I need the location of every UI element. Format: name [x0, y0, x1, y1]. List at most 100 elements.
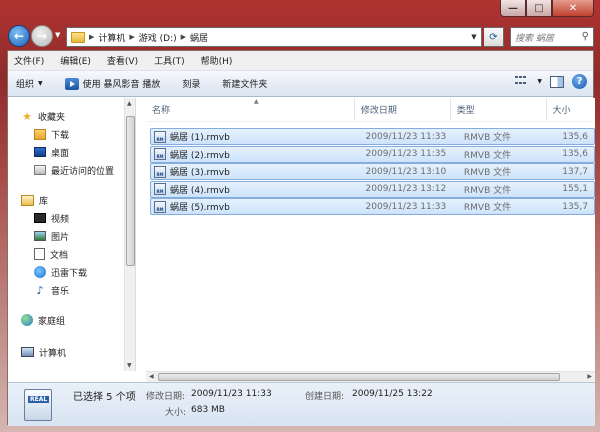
- nav-label: 音乐: [51, 286, 70, 297]
- nav-label: 库: [39, 196, 49, 207]
- file-type: RMVB 文件: [463, 168, 512, 178]
- videos-icon: [34, 213, 46, 223]
- star-icon: ★: [22, 109, 32, 123]
- minimize-button[interactable]: —: [500, 0, 526, 17]
- nav-label: 文档: [50, 250, 69, 261]
- file-date: 2009/11/23 13:12: [365, 184, 447, 194]
- file-row[interactable]: RM 蜗居 (4).rmvb 2009/11/23 13:12 RMVB 文件 1…: [150, 180, 595, 198]
- file-type: RMVB 文件: [463, 203, 512, 213]
- nav-label: 最近访问的位置: [51, 166, 115, 177]
- change-view-icon[interactable]: [515, 75, 529, 88]
- rmvb-file-icon: RM: [154, 183, 166, 195]
- rmvb-large-icon: REAL: [24, 389, 52, 421]
- homegroup-icon: [21, 314, 33, 326]
- scroll-up-icon[interactable]: ▲: [127, 100, 132, 107]
- rmvb-file-icon: RM: [154, 165, 166, 178]
- menu-edit[interactable]: 编辑(E): [60, 54, 91, 67]
- new-folder-button[interactable]: 新建文件夹: [222, 77, 267, 90]
- downloads-folder-icon: [34, 128, 46, 140]
- file-row[interactable]: RM 蜗居 (1).rmvb 2009/11/23 11:33 RMVB 文件 1…: [150, 128, 595, 145]
- rmvb-file-icon: RM: [154, 148, 166, 160]
- file-size: 135,6: [562, 131, 588, 142]
- menu-view[interactable]: 查看(V): [107, 54, 138, 67]
- hscroll-thumb[interactable]: [158, 373, 560, 381]
- nav-downloads[interactable]: 下载: [8, 125, 135, 143]
- nav-label: 家庭组: [38, 316, 66, 327]
- file-rows: RM 蜗居 (1).rmvb 2009/11/23 11:33 RMVB 文件 1…: [150, 128, 595, 216]
- breadcrumb-drive-d[interactable]: 游戏 (D:): [139, 31, 177, 44]
- file-size: 135,6: [562, 149, 588, 159]
- nav-pictures[interactable]: 图片: [8, 227, 135, 245]
- nav-desktop[interactable]: 桌面: [8, 143, 135, 161]
- rmvb-file-icon: RM: [154, 130, 166, 143]
- preview-pane-icon[interactable]: [550, 75, 564, 88]
- breadcrumb-folder[interactable]: 蜗居: [190, 31, 208, 44]
- nav-favorites[interactable]: ★ 收藏夹: [8, 107, 135, 125]
- modified-value: 2009/11/23 11:33: [191, 389, 272, 399]
- file-type: RMVB 文件: [463, 133, 512, 143]
- search-icon[interactable]: ⚲: [582, 31, 589, 42]
- file-row[interactable]: RM 蜗居 (3).rmvb 2009/11/23 13:10 RMVB 文件 1…: [150, 163, 595, 180]
- menu-help[interactable]: 帮助(H): [201, 54, 233, 67]
- scroll-right-icon[interactable]: ▶: [587, 373, 592, 380]
- selection-count: 已选择 5 个项: [73, 392, 136, 403]
- column-date-label: 修改日期: [360, 106, 397, 116]
- help-icon[interactable]: ?: [572, 74, 587, 89]
- menu-tools[interactable]: 工具(T): [154, 54, 185, 67]
- explorer-pane: 文件(F) 编辑(E) 查看(V) 工具(T) 帮助(H) 组织 ▼ 使用 暴风…: [7, 50, 595, 426]
- view-dropdown-icon[interactable]: ▼: [537, 78, 542, 85]
- column-name[interactable]: 名称 ▲: [146, 98, 355, 122]
- burn-button[interactable]: 刻录: [182, 77, 200, 90]
- file-row[interactable]: RM 蜗居 (2).rmvb 2009/11/23 11:35 RMVB 文件 1…: [150, 145, 595, 163]
- file-type: RMVB 文件: [463, 150, 512, 161]
- address-bar[interactable]: ▶ 计算机 ▶ 游戏 (D:) ▶ 蜗居 ▼: [66, 27, 482, 47]
- file-name: 蜗居 (2).rmvb: [170, 150, 230, 161]
- refresh-button[interactable]: ⟳: [484, 27, 504, 47]
- nav-libraries[interactable]: 库: [8, 191, 135, 209]
- forward-button[interactable]: →: [31, 25, 53, 47]
- address-dropdown-icon[interactable]: ▼: [467, 33, 481, 41]
- nav-homegroup[interactable]: 家庭组: [8, 311, 135, 329]
- new-folder-label: 新建文件夹: [222, 80, 268, 90]
- sort-ascending-icon: ▲: [254, 98, 259, 105]
- nav-videos[interactable]: 视频: [8, 209, 135, 227]
- nav-recent-places[interactable]: 最近访问的位置: [8, 161, 135, 179]
- menu-file[interactable]: 文件(F): [14, 54, 44, 67]
- nav-music[interactable]: ♪ 音乐: [8, 281, 135, 299]
- nav-label: 计算机: [39, 348, 67, 359]
- nav-thunder-downloads[interactable]: 迅雷下载: [8, 263, 135, 281]
- desktop-icon: [34, 147, 46, 157]
- nav-label: 收藏夹: [38, 112, 66, 123]
- column-date[interactable]: 修改日期: [355, 98, 451, 122]
- title-bar[interactable]: — □ ✕: [0, 0, 600, 22]
- chevron-right-icon[interactable]: ▶: [181, 33, 186, 41]
- back-button[interactable]: ←: [8, 25, 30, 47]
- column-name-label: 名称: [152, 106, 171, 116]
- recent-places-icon: [34, 165, 46, 175]
- nav-label: 桌面: [51, 148, 70, 159]
- scroll-left-icon[interactable]: ◀: [149, 373, 154, 380]
- nav-documents[interactable]: 文档: [8, 245, 135, 263]
- column-size[interactable]: 大小: [547, 98, 595, 122]
- play-button[interactable]: 使用 暴风影音 播放: [64, 77, 160, 90]
- created-value: 2009/11/25 13:22: [352, 389, 433, 399]
- column-type[interactable]: 类型: [451, 98, 547, 122]
- file-row[interactable]: RM 蜗居 (5).rmvb 2009/11/23 11:33 RMVB 文件 1…: [150, 198, 595, 215]
- maximize-button[interactable]: □: [526, 0, 552, 17]
- breadcrumb-computer[interactable]: 计算机: [98, 31, 125, 44]
- computer-icon: [21, 347, 34, 357]
- scroll-down-icon[interactable]: ▼: [127, 362, 132, 369]
- close-button[interactable]: ✕: [552, 0, 594, 17]
- chevron-right-icon[interactable]: ▶: [129, 33, 134, 41]
- toolbar-right: ▼ ?: [515, 74, 587, 89]
- nav-scrollbar[interactable]: ▲ ▼: [124, 98, 135, 371]
- chevron-right-icon[interactable]: ▶: [89, 33, 94, 41]
- file-list: 名称 ▲ 修改日期 类型 大小 RM 蜗居 (1).rmvb 2009/11/23…: [146, 98, 595, 371]
- search-input[interactable]: 搜索 蜗居 ⚲: [510, 27, 594, 47]
- nav-computer[interactable]: 计算机: [8, 343, 135, 361]
- nav-scroll-thumb[interactable]: [126, 116, 135, 266]
- organize-button[interactable]: 组织 ▼: [16, 77, 43, 90]
- file-list-hscrollbar[interactable]: ◀ ▶: [146, 371, 595, 382]
- recent-pages-dropdown[interactable]: ▼: [55, 31, 60, 39]
- chevron-down-icon: ▼: [38, 80, 43, 87]
